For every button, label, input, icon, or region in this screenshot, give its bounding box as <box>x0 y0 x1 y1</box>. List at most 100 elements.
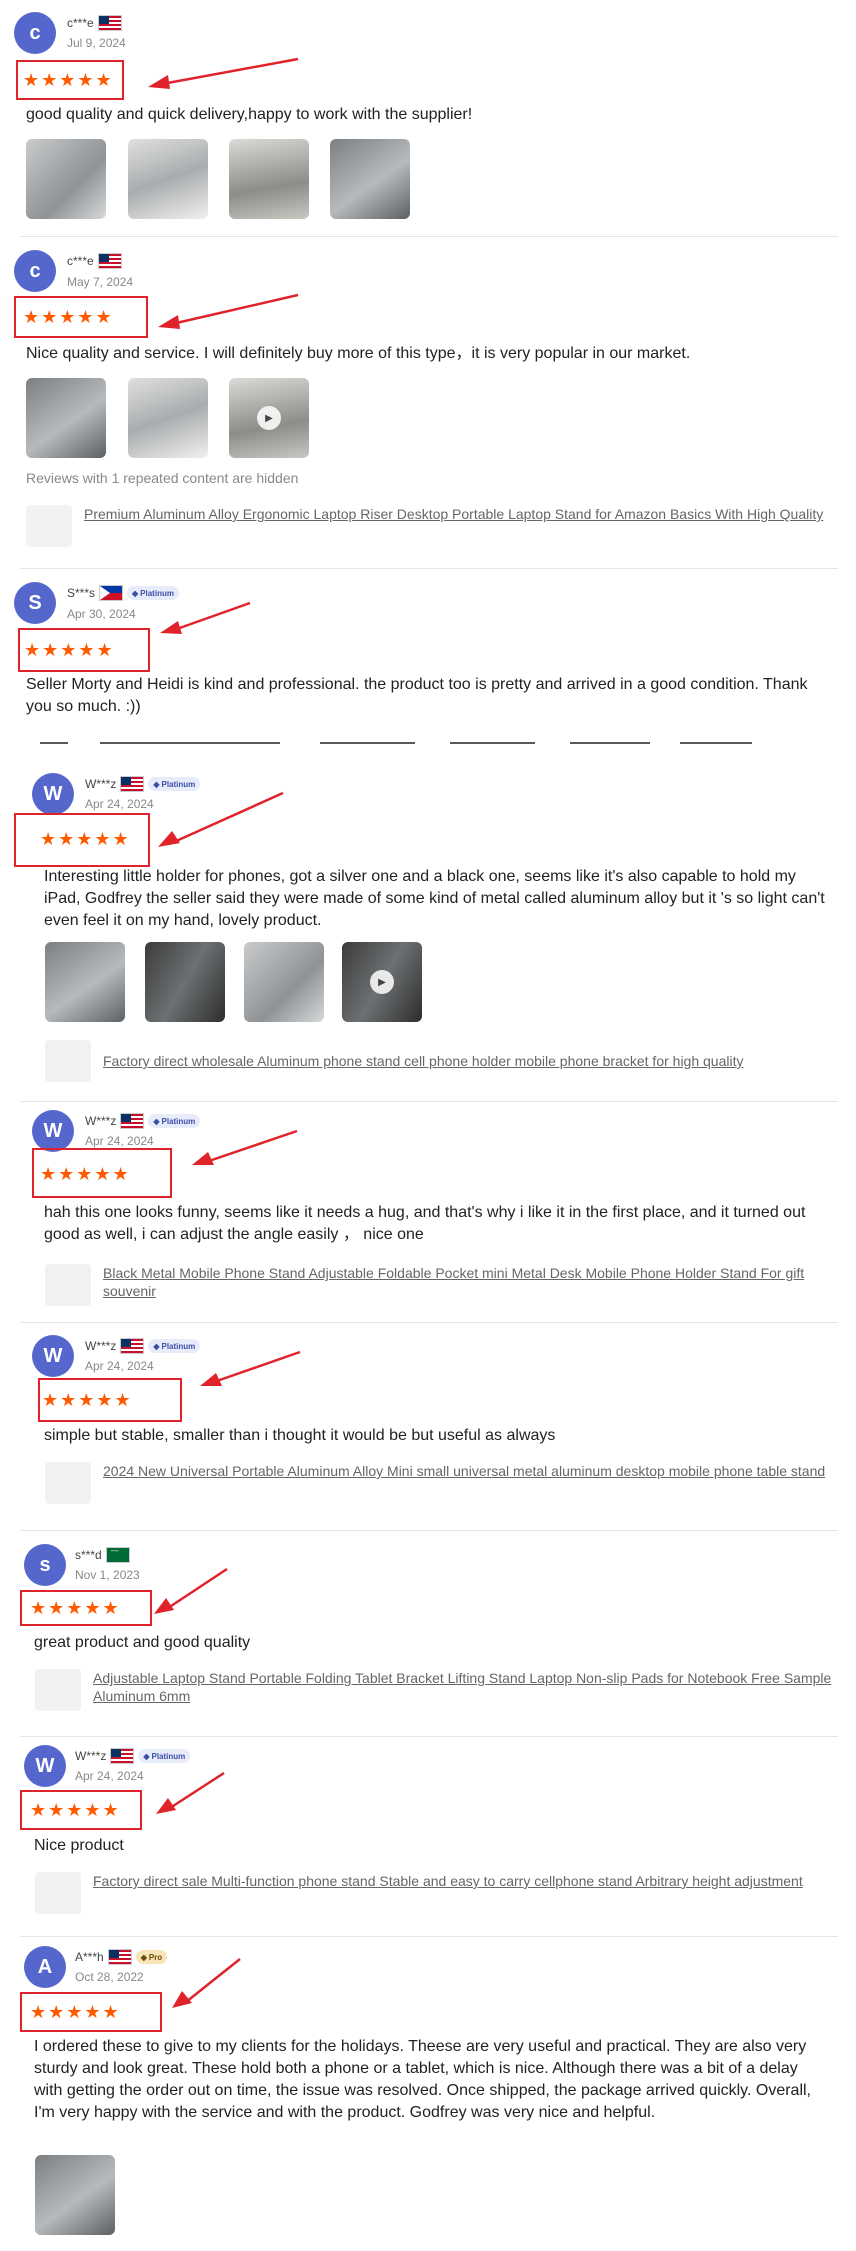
review-date: Apr 24, 2024 <box>85 797 154 811</box>
product-link-row[interactable]: Premium Aluminum Alloy Ergonomic Laptop … <box>26 505 824 547</box>
star-rating: ★★★★★ <box>42 1390 133 1410</box>
arrow-annotation <box>192 1129 298 1165</box>
review-image[interactable] <box>244 942 324 1022</box>
divider <box>20 1530 838 1531</box>
review-image[interactable] <box>35 2155 115 2235</box>
reviewer-name: A***h <box>75 1950 104 1964</box>
review-text: Nice quality and service. I will definit… <box>26 345 691 362</box>
product-link-row[interactable]: Factory direct wholesale Aluminum phone … <box>45 1040 843 1082</box>
review-video[interactable]: ▶ <box>229 378 309 458</box>
avatar[interactable]: W <box>24 1745 66 1787</box>
platinum-badge: ◆ Platinum <box>148 1114 201 1128</box>
review-text: hah this one looks funny, seems like it … <box>44 1204 806 1243</box>
arrow-annotation <box>172 1958 241 2008</box>
product-link-row[interactable]: Black Metal Mobile Phone Stand Adjustabl… <box>45 1264 843 1306</box>
play-icon[interactable]: ▶ <box>370 970 394 994</box>
reviewer-name: S***s <box>67 586 96 600</box>
avatar[interactable]: W <box>32 1335 74 1377</box>
product-link-row[interactable]: 2024 New Universal Portable Aluminum All… <box>45 1462 843 1504</box>
product-link[interactable]: Factory direct sale Multi-function phone… <box>93 1872 833 1890</box>
review-image[interactable] <box>45 942 125 1022</box>
us-flag-icon <box>110 1748 135 1764</box>
diamond-icon: ◆ <box>143 1751 150 1761</box>
product-thumbnail[interactable] <box>35 1669 81 1711</box>
avatar[interactable]: c <box>14 12 56 54</box>
review-image[interactable] <box>229 139 309 219</box>
review-image[interactable] <box>128 139 208 219</box>
reviewer-name: W***z <box>85 777 117 791</box>
us-flag-icon <box>97 15 122 31</box>
review-image[interactable] <box>26 139 106 219</box>
divider <box>20 1101 838 1102</box>
product-link[interactable]: Premium Aluminum Alloy Ergonomic Laptop … <box>84 505 824 523</box>
star-rating: ★★★★★ <box>40 1164 131 1184</box>
pro-badge: ◆ Pro <box>135 1950 168 1964</box>
arrow-annotation <box>156 1771 225 1814</box>
reviewer-name: W***z <box>85 1114 117 1128</box>
arrow-annotation <box>200 1350 301 1386</box>
star-rating: ★★★★★ <box>30 2002 121 2022</box>
us-flag-icon <box>120 1338 145 1354</box>
divider <box>20 1736 838 1737</box>
product-thumbnail[interactable] <box>45 1040 91 1082</box>
review-text: good quality and quick delivery,happy to… <box>26 106 473 123</box>
product-link[interactable]: Adjustable Laptop Stand Portable Folding… <box>93 1669 833 1705</box>
arrow-annotation <box>160 601 251 634</box>
avatar[interactable]: A <box>24 1946 66 1988</box>
reviewer-name: c***e <box>67 254 94 268</box>
ph-flag-icon <box>99 585 124 601</box>
reviewer-name: W***z <box>85 1339 117 1353</box>
star-rating: ★★★★★ <box>23 70 114 90</box>
reviewer-name: c***e <box>67 16 94 30</box>
product-thumbnail[interactable] <box>45 1264 91 1306</box>
review-date: Nov 1, 2023 <box>75 1568 140 1582</box>
reviewer-name: W***z <box>75 1749 107 1763</box>
star-rating: ★★★★★ <box>40 829 131 849</box>
review-date: May 7, 2024 <box>67 275 134 289</box>
product-link[interactable]: 2024 New Universal Portable Aluminum All… <box>103 1462 843 1480</box>
avatar[interactable]: S <box>14 582 56 624</box>
star-rating: ★★★★★ <box>30 1598 121 1618</box>
arrow-annotation <box>154 1567 228 1614</box>
avatar[interactable]: c <box>14 250 56 292</box>
review-image[interactable] <box>145 942 225 1022</box>
avatar[interactable]: W <box>32 1110 74 1152</box>
product-link-row[interactable]: Adjustable Laptop Stand Portable Folding… <box>35 1669 833 1711</box>
hidden-reviews-note[interactable]: Reviews with 1 repeated content are hidd… <box>26 470 298 486</box>
avatar[interactable]: s <box>24 1544 66 1586</box>
review-date: Jul 9, 2024 <box>67 36 126 50</box>
review-text: simple but stable, smaller than i though… <box>44 1427 556 1444</box>
review-date: Apr 24, 2024 <box>85 1134 154 1148</box>
diamond-icon: ◆ <box>140 1952 147 1962</box>
product-thumbnail[interactable] <box>35 1872 81 1914</box>
review-date: Apr 24, 2024 <box>75 1769 144 1783</box>
star-rating: ★★★★★ <box>23 307 114 327</box>
platinum-badge: ◆ Platinum <box>148 777 201 791</box>
review-video[interactable]: ▶ <box>342 942 422 1022</box>
arrow-annotation <box>158 791 284 847</box>
diamond-icon: ◆ <box>153 779 160 789</box>
avatar[interactable]: W <box>32 773 74 815</box>
review-text: Interesting little holder for phones, go… <box>44 868 825 929</box>
product-thumbnail[interactable] <box>45 1462 91 1504</box>
diamond-icon: ◆ <box>153 1116 160 1126</box>
review-image[interactable] <box>128 378 208 458</box>
diamond-icon: ◆ <box>153 1341 160 1351</box>
sa-flag-icon <box>105 1547 130 1563</box>
product-link[interactable]: Black Metal Mobile Phone Stand Adjustabl… <box>103 1264 843 1300</box>
play-icon[interactable]: ▶ <box>257 406 281 430</box>
product-thumbnail[interactable] <box>26 505 72 547</box>
review-text: Seller Morty and Heidi is kind and profe… <box>26 676 808 715</box>
divider <box>20 1936 838 1937</box>
product-link[interactable]: Factory direct wholesale Aluminum phone … <box>103 1052 843 1070</box>
reviewer-name: s***d <box>75 1548 102 1562</box>
review-image[interactable] <box>26 378 106 458</box>
star-rating: ★★★★★ <box>24 640 115 660</box>
arrow-annotation <box>148 57 299 89</box>
review-text: great product and good quality <box>34 1634 251 1651</box>
us-flag-icon <box>120 1113 145 1129</box>
review-text: Nice product <box>34 1837 124 1854</box>
review-image[interactable] <box>330 139 410 219</box>
star-rating: ★★★★★ <box>30 1800 121 1820</box>
product-link-row[interactable]: Factory direct sale Multi-function phone… <box>35 1872 833 1914</box>
